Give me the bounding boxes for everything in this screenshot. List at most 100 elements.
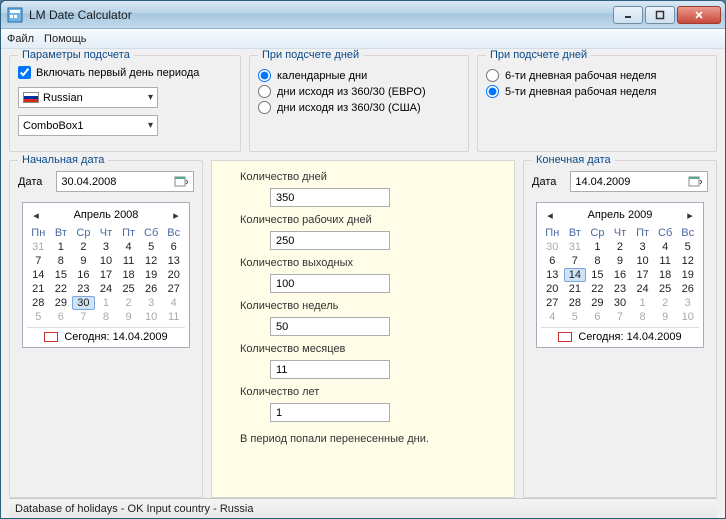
cal-prev-month[interactable]: ◂ [29, 208, 43, 222]
cal-day-off[interactable]: 7 [609, 310, 632, 324]
cal-day[interactable]: 30 [609, 296, 632, 310]
radio-5day-week[interactable]: 5-ти дневная рабочая неделя [486, 85, 708, 98]
input-months[interactable] [270, 360, 390, 379]
cal-day[interactable]: 21 [564, 282, 587, 296]
include-first-day-input[interactable] [18, 66, 31, 79]
radio-360-usa[interactable]: дни исходя из 360/30 (США) [258, 101, 460, 114]
language-combo[interactable]: Russian ▾ [18, 87, 158, 108]
cal-day-off[interactable]: 3 [676, 296, 699, 310]
cal-day-off[interactable]: 9 [654, 310, 677, 324]
cal-day[interactable]: 28 [564, 296, 587, 310]
cal-day[interactable]: 6 [162, 240, 185, 254]
cal-day[interactable]: 3 [95, 240, 118, 254]
cal-day[interactable]: 4 [654, 240, 677, 254]
cal-day[interactable]: 7 [27, 254, 50, 268]
calendar-dropdown-icon[interactable] [687, 174, 703, 190]
start-calendar[interactable]: ◂ Апрель 2008 ▸ ПнВтСрЧтПтСбВс3112345678… [22, 202, 190, 348]
input-workdays[interactable] [270, 231, 390, 250]
cal-day[interactable]: 2 [72, 240, 95, 254]
cal-day[interactable]: 12 [140, 254, 163, 268]
menu-file[interactable]: Файл [7, 33, 34, 45]
cal-day[interactable]: 17 [631, 268, 654, 282]
radio-calendar-days[interactable]: календарные дни [258, 69, 460, 82]
cal-day[interactable]: 29 [50, 296, 73, 310]
cal-day[interactable]: 7 [564, 254, 587, 268]
cal-day-off[interactable]: 3 [140, 296, 163, 310]
cal-day[interactable]: 2 [609, 240, 632, 254]
cal-day[interactable]: 23 [72, 282, 95, 296]
cal-day[interactable]: 22 [586, 282, 609, 296]
menu-help[interactable]: Помощь [44, 33, 87, 45]
cal-day[interactable]: 10 [95, 254, 118, 268]
cal-day[interactable]: 12 [676, 254, 699, 268]
titlebar[interactable]: LM Date Calculator [1, 1, 725, 29]
cal-day-off[interactable]: 5 [27, 310, 50, 324]
cal-day[interactable]: 19 [676, 268, 699, 282]
cal-day-off[interactable]: 31 [27, 240, 50, 254]
cal-day[interactable]: 29 [586, 296, 609, 310]
cal-day[interactable]: 13 [162, 254, 185, 268]
cal-day-off[interactable]: 6 [586, 310, 609, 324]
cal-day[interactable]: 13 [541, 268, 564, 282]
end-cal-today[interactable]: Сегодня: 14.04.2009 [541, 327, 699, 343]
cal-day[interactable]: 1 [50, 240, 73, 254]
cal-day[interactable]: 28 [27, 296, 50, 310]
input-years[interactable] [270, 403, 390, 422]
cal-day[interactable]: 8 [586, 254, 609, 268]
cal-day[interactable]: 16 [72, 268, 95, 282]
cal-day[interactable]: 14 [27, 268, 50, 282]
cal-day[interactable]: 20 [541, 282, 564, 296]
cal-day[interactable]: 9 [72, 254, 95, 268]
cal-prev-month[interactable]: ◂ [543, 208, 557, 222]
cal-day[interactable]: 11 [117, 254, 140, 268]
cal-day[interactable]: 5 [140, 240, 163, 254]
cal-day[interactable]: 23 [609, 282, 632, 296]
radio-6day-week[interactable]: 6-ти дневная рабочая неделя [486, 69, 708, 82]
input-weekend[interactable] [270, 274, 390, 293]
end-calendar[interactable]: ◂ Апрель 2009 ▸ ПнВтСрЧтПтСбВс3031123456… [536, 202, 704, 348]
cal-day-off[interactable]: 8 [631, 310, 654, 324]
cal-day[interactable]: 26 [676, 282, 699, 296]
cal-day[interactable]: 4 [117, 240, 140, 254]
maximize-button[interactable] [645, 6, 675, 24]
cal-day[interactable]: 14 [564, 268, 587, 282]
combobox1[interactable]: ComboBox1 ▾ [18, 115, 158, 136]
cal-day[interactable]: 26 [140, 282, 163, 296]
cal-day[interactable]: 3 [631, 240, 654, 254]
cal-day[interactable]: 10 [631, 254, 654, 268]
cal-day[interactable]: 25 [654, 282, 677, 296]
cal-day[interactable]: 25 [117, 282, 140, 296]
cal-day[interactable]: 18 [654, 268, 677, 282]
cal-day[interactable]: 5 [676, 240, 699, 254]
cal-day-off[interactable]: 9 [117, 310, 140, 324]
cal-day[interactable]: 15 [50, 268, 73, 282]
cal-day-off[interactable]: 30 [541, 240, 564, 254]
cal-day[interactable]: 27 [162, 282, 185, 296]
cal-day-off[interactable]: 11 [162, 310, 185, 324]
cal-day-off[interactable]: 6 [50, 310, 73, 324]
cal-day[interactable]: 18 [117, 268, 140, 282]
cal-day[interactable]: 8 [50, 254, 73, 268]
cal-day[interactable]: 9 [609, 254, 632, 268]
minimize-button[interactable] [613, 6, 643, 24]
cal-day-off[interactable]: 2 [654, 296, 677, 310]
close-button[interactable] [677, 6, 721, 24]
cal-day-off[interactable]: 2 [117, 296, 140, 310]
cal-day[interactable]: 1 [586, 240, 609, 254]
input-weeks[interactable] [270, 317, 390, 336]
cal-day[interactable]: 15 [586, 268, 609, 282]
cal-day-off[interactable]: 8 [95, 310, 118, 324]
cal-day[interactable]: 16 [609, 268, 632, 282]
cal-day-off[interactable]: 4 [162, 296, 185, 310]
cal-day[interactable]: 27 [541, 296, 564, 310]
cal-day[interactable]: 24 [631, 282, 654, 296]
start-cal-today[interactable]: Сегодня: 14.04.2009 [27, 327, 185, 343]
cal-day[interactable]: 20 [162, 268, 185, 282]
cal-day[interactable]: 11 [654, 254, 677, 268]
cal-day[interactable]: 22 [50, 282, 73, 296]
cal-day[interactable]: 21 [27, 282, 50, 296]
cal-day-off[interactable]: 10 [676, 310, 699, 324]
cal-day[interactable]: 6 [541, 254, 564, 268]
calendar-dropdown-icon[interactable] [173, 174, 189, 190]
cal-day-off[interactable]: 10 [140, 310, 163, 324]
